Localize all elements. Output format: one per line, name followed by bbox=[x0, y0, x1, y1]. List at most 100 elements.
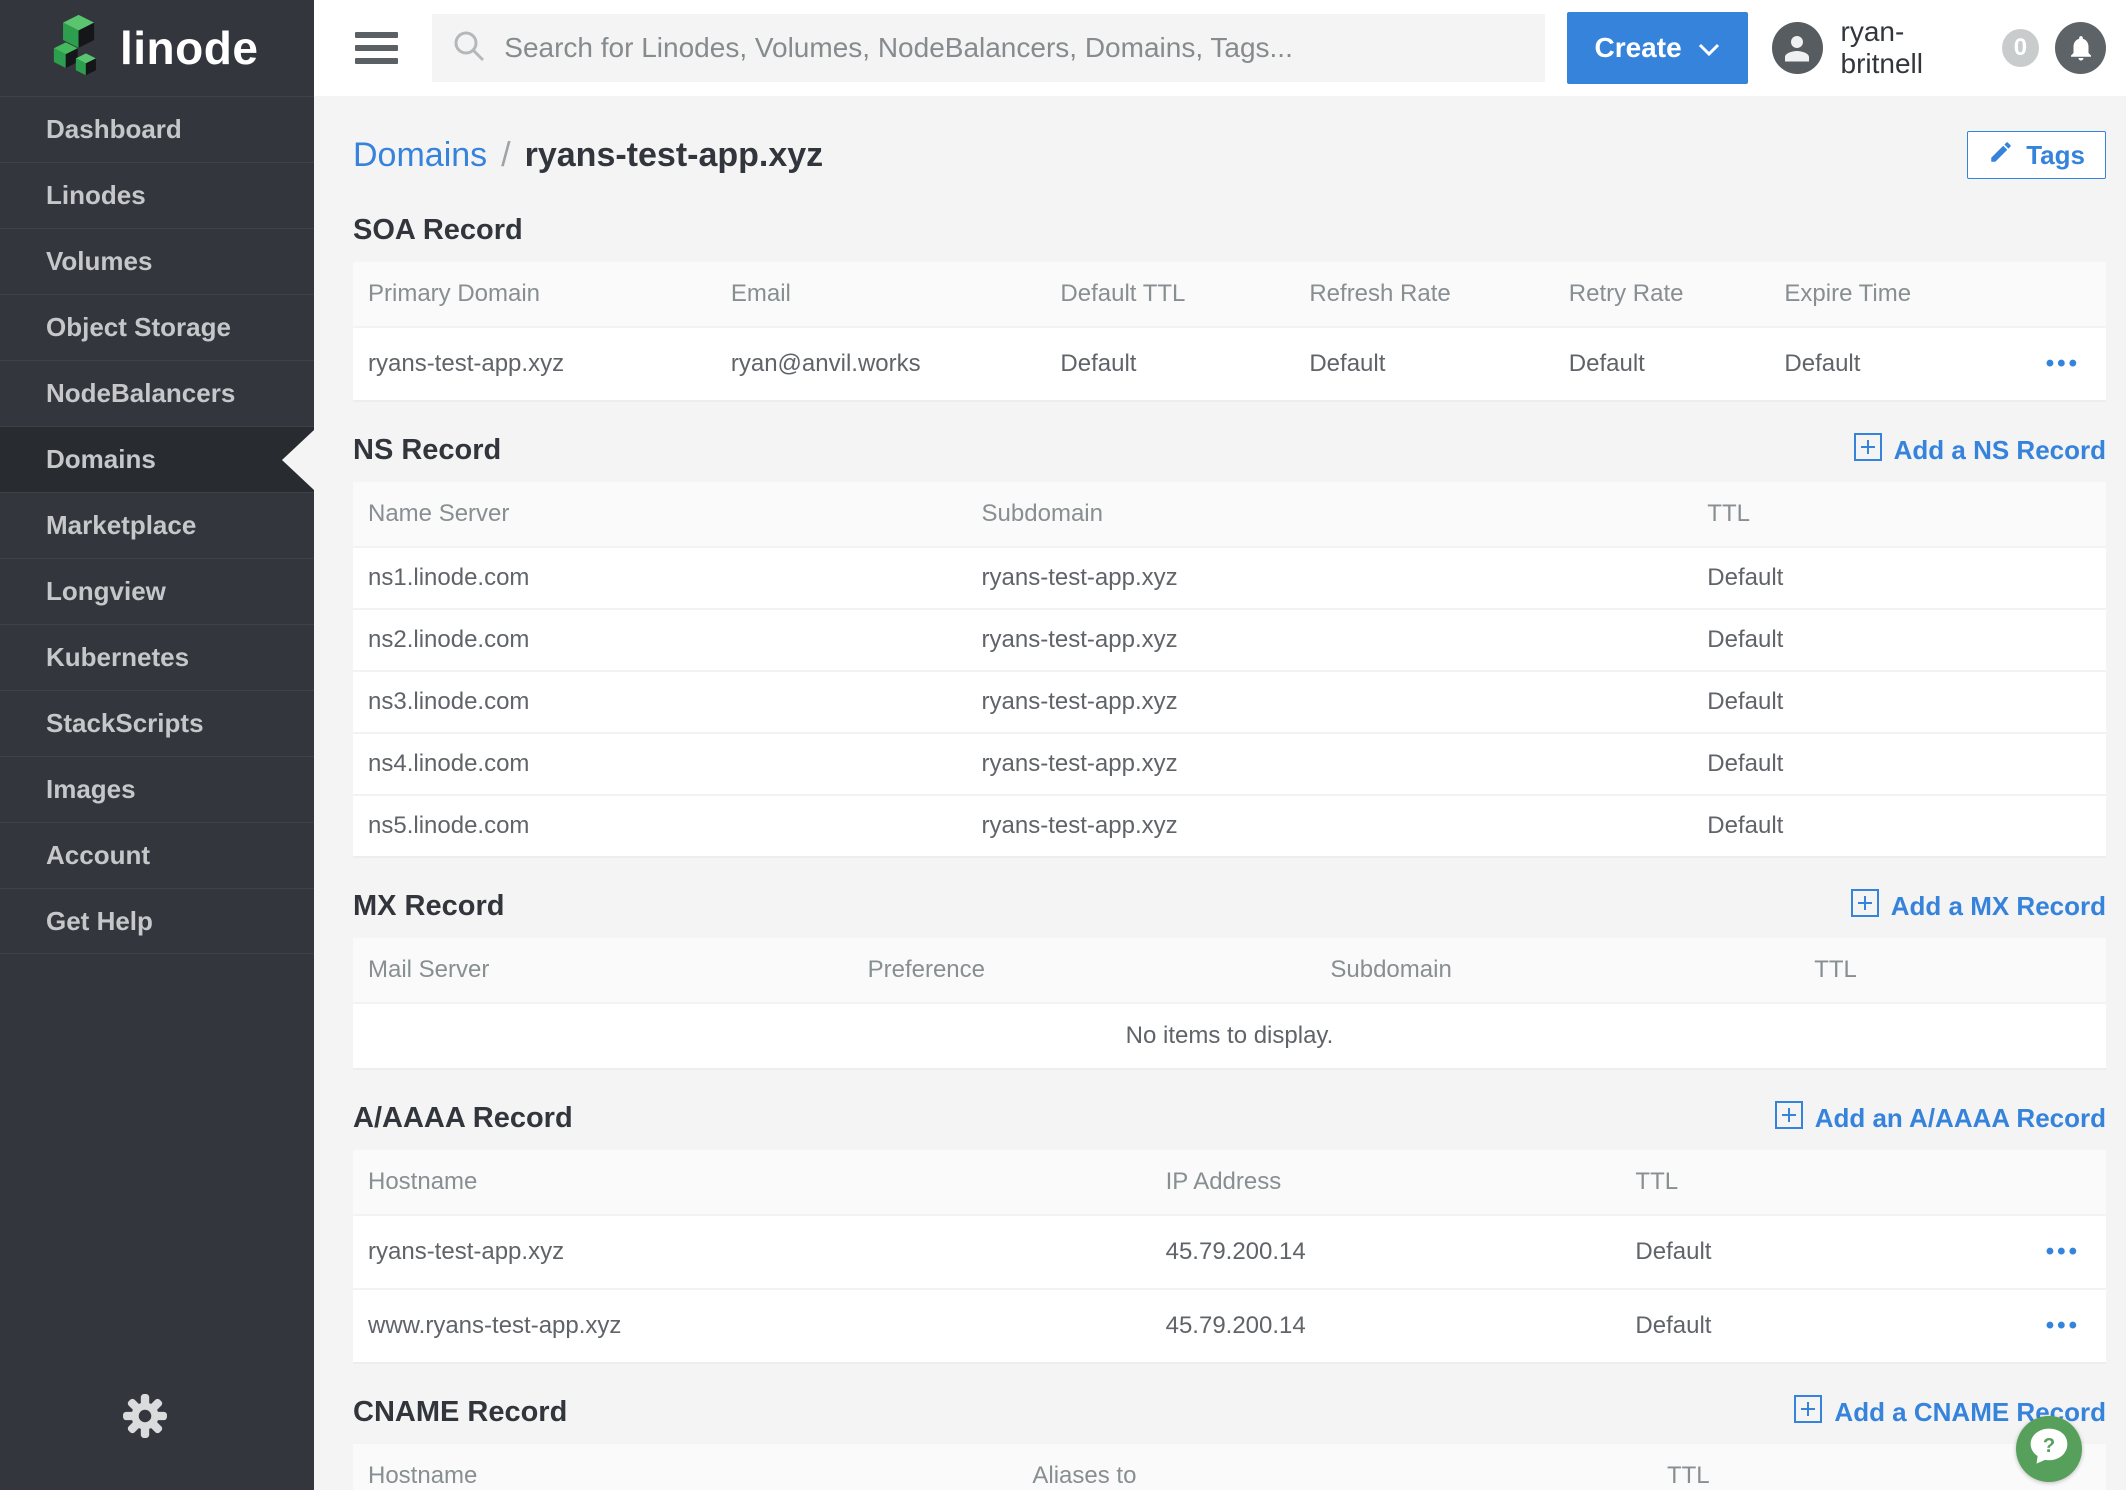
linode-cube-icon bbox=[42, 10, 106, 87]
breadcrumb-domains-link[interactable]: Domains bbox=[353, 136, 487, 175]
row-actions-menu-icon[interactable]: ••• bbox=[2046, 1238, 2080, 1266]
sidebar-item-label: Volumes bbox=[46, 246, 152, 277]
row-actions-menu-icon[interactable]: ••• bbox=[2046, 1312, 2080, 1340]
sidebar-item-label: Kubernetes bbox=[46, 642, 189, 673]
sidebar: linode Dashboard Linodes Volumes Object … bbox=[0, 0, 314, 1490]
ns-name-server: ns2.linode.com bbox=[353, 626, 967, 654]
sidebar-item-label: Marketplace bbox=[46, 510, 196, 541]
add-ns-record-link[interactable]: Add a NS Record bbox=[1854, 433, 2106, 468]
a-section-header: A/AAAA Record Add an A/AAAA Record bbox=[353, 1096, 2106, 1140]
table-row: ryans-test-app.xyz 45.79.200.14 Default … bbox=[353, 1214, 2106, 1288]
add-a-record-link[interactable]: Add an A/AAAA Record bbox=[1775, 1101, 2106, 1136]
plus-square-icon bbox=[1854, 433, 1882, 468]
sidebar-nav: Dashboard Linodes Volumes Object Storage… bbox=[0, 96, 314, 954]
help-question-bubble-icon: ? bbox=[2027, 1425, 2071, 1474]
ns-name-server: ns3.linode.com bbox=[353, 688, 967, 716]
tags-button-label: Tags bbox=[2026, 140, 2085, 171]
breadcrumb-separator: / bbox=[501, 136, 510, 175]
table-row: ryans-test-app.xyz ryan@anvil.works Defa… bbox=[353, 326, 2106, 400]
avatar[interactable] bbox=[1772, 22, 1823, 74]
column-header: Hostname bbox=[353, 1462, 1017, 1490]
sidebar-item-longview[interactable]: Longview bbox=[0, 558, 314, 624]
soa-section-header: SOA Record bbox=[353, 208, 2106, 252]
sidebar-item-label: Images bbox=[46, 774, 136, 805]
notifications-bell-icon[interactable] bbox=[2055, 22, 2106, 74]
ns-subdomain: ryans-test-app.xyz bbox=[967, 626, 1693, 654]
account-cluster: ryan-britnell 0 bbox=[1772, 16, 2126, 80]
ns-ttl: Default bbox=[1692, 750, 2106, 778]
create-button[interactable]: Create bbox=[1567, 12, 1748, 84]
a-table: Hostname IP Address TTL ryans-test-app.x… bbox=[353, 1150, 2106, 1364]
a-table-header: Hostname IP Address TTL bbox=[353, 1150, 2106, 1214]
sidebar-item-stackscripts[interactable]: StackScripts bbox=[0, 690, 314, 756]
ns-section-title: NS Record bbox=[353, 434, 501, 467]
page-title: ryans-test-app.xyz bbox=[525, 136, 824, 175]
sidebar-item-dashboard[interactable]: Dashboard bbox=[0, 96, 314, 162]
soa-table: Primary Domain Email Default TTL Refresh… bbox=[353, 262, 2106, 402]
sidebar-item-account[interactable]: Account bbox=[0, 822, 314, 888]
ns-section-header: NS Record Add a NS Record bbox=[353, 428, 2106, 472]
a-ip-address: 45.79.200.14 bbox=[1151, 1238, 1621, 1266]
page-content: Domains / ryans-test-app.xyz Tags SOA Re… bbox=[314, 96, 2126, 1490]
create-button-label: Create bbox=[1594, 32, 1681, 64]
ns-table: Name Server Subdomain TTL ns1.linode.com… bbox=[353, 482, 2106, 858]
sidebar-item-label: Dashboard bbox=[46, 114, 182, 145]
column-header: Email bbox=[716, 280, 1046, 308]
svg-text:?: ? bbox=[2043, 1434, 2055, 1456]
column-header: Default TTL bbox=[1045, 280, 1294, 308]
linode-logo[interactable]: linode bbox=[0, 0, 314, 96]
column-header: Expire Time bbox=[1769, 280, 1911, 308]
sidebar-item-linodes[interactable]: Linodes bbox=[0, 162, 314, 228]
mx-table-header: Mail Server Preference Subdomain TTL bbox=[353, 938, 2106, 1002]
sidebar-item-object-storage[interactable]: Object Storage bbox=[0, 294, 314, 360]
sidebar-item-volumes[interactable]: Volumes bbox=[0, 228, 314, 294]
sidebar-item-nodebalancers[interactable]: NodeBalancers bbox=[0, 360, 314, 426]
hamburger-menu-icon[interactable] bbox=[355, 32, 398, 64]
plus-square-icon bbox=[1775, 1101, 1803, 1136]
sidebar-item-domains[interactable]: Domains bbox=[0, 426, 314, 492]
column-header: Aliases to bbox=[1017, 1462, 1652, 1490]
ns-name-server: ns4.linode.com bbox=[353, 750, 967, 778]
sidebar-item-images[interactable]: Images bbox=[0, 756, 314, 822]
sidebar-item-label: Domains bbox=[46, 444, 156, 475]
row-actions-menu-icon[interactable]: ••• bbox=[2046, 350, 2080, 378]
cname-table-header: Hostname Aliases to TTL bbox=[353, 1444, 2106, 1490]
sidebar-item-marketplace[interactable]: Marketplace bbox=[0, 492, 314, 558]
ns-ttl: Default bbox=[1692, 626, 2106, 654]
mx-table: Mail Server Preference Subdomain TTL No … bbox=[353, 938, 2106, 1070]
sidebar-item-label: Longview bbox=[46, 576, 166, 607]
column-header: Refresh Rate bbox=[1294, 280, 1553, 308]
help-button[interactable]: ? bbox=[2016, 1416, 2082, 1482]
ns-name-server: ns1.linode.com bbox=[353, 564, 967, 592]
table-row: ns1.linode.com ryans-test-app.xyz Defaul… bbox=[353, 546, 2106, 608]
soa-email: ryan@anvil.works bbox=[716, 350, 1046, 378]
table-row: ns3.linode.com ryans-test-app.xyz Defaul… bbox=[353, 670, 2106, 732]
sidebar-item-kubernetes[interactable]: Kubernetes bbox=[0, 624, 314, 690]
a-ttl: Default bbox=[1620, 1312, 1930, 1340]
pencil-icon bbox=[1988, 139, 2014, 172]
add-mx-record-link[interactable]: Add a MX Record bbox=[1851, 889, 2106, 924]
plus-square-icon bbox=[1851, 889, 1879, 924]
sidebar-item-get-help[interactable]: Get Help bbox=[0, 888, 314, 954]
table-row: ns2.linode.com ryans-test-app.xyz Defaul… bbox=[353, 608, 2106, 670]
column-header: Primary Domain bbox=[353, 280, 716, 308]
column-header: IP Address bbox=[1151, 1168, 1621, 1196]
settings-gear-icon[interactable] bbox=[122, 1393, 168, 1444]
column-header: TTL bbox=[1620, 1168, 1930, 1196]
soa-default-ttl: Default bbox=[1045, 350, 1294, 378]
sidebar-item-label: StackScripts bbox=[46, 708, 204, 739]
column-header: Retry Rate bbox=[1554, 280, 1770, 308]
topbar: Create ryan-britnell 0 bbox=[314, 0, 2126, 96]
column-header: Preference bbox=[853, 956, 1316, 984]
search-input[interactable] bbox=[504, 32, 1524, 64]
soa-section-title: SOA Record bbox=[353, 214, 523, 247]
column-header: Name Server bbox=[353, 500, 967, 528]
notification-count-badge[interactable]: 0 bbox=[2002, 29, 2039, 67]
breadcrumb: Domains / ryans-test-app.xyz bbox=[353, 136, 823, 175]
username[interactable]: ryan-britnell bbox=[1841, 16, 1984, 80]
ns-subdomain: ryans-test-app.xyz bbox=[967, 688, 1693, 716]
cname-table: Hostname Aliases to TTL bbox=[353, 1444, 2106, 1490]
column-header: TTL bbox=[1799, 956, 2106, 984]
soa-refresh-rate: Default bbox=[1294, 350, 1553, 378]
tags-button[interactable]: Tags bbox=[1967, 131, 2106, 179]
